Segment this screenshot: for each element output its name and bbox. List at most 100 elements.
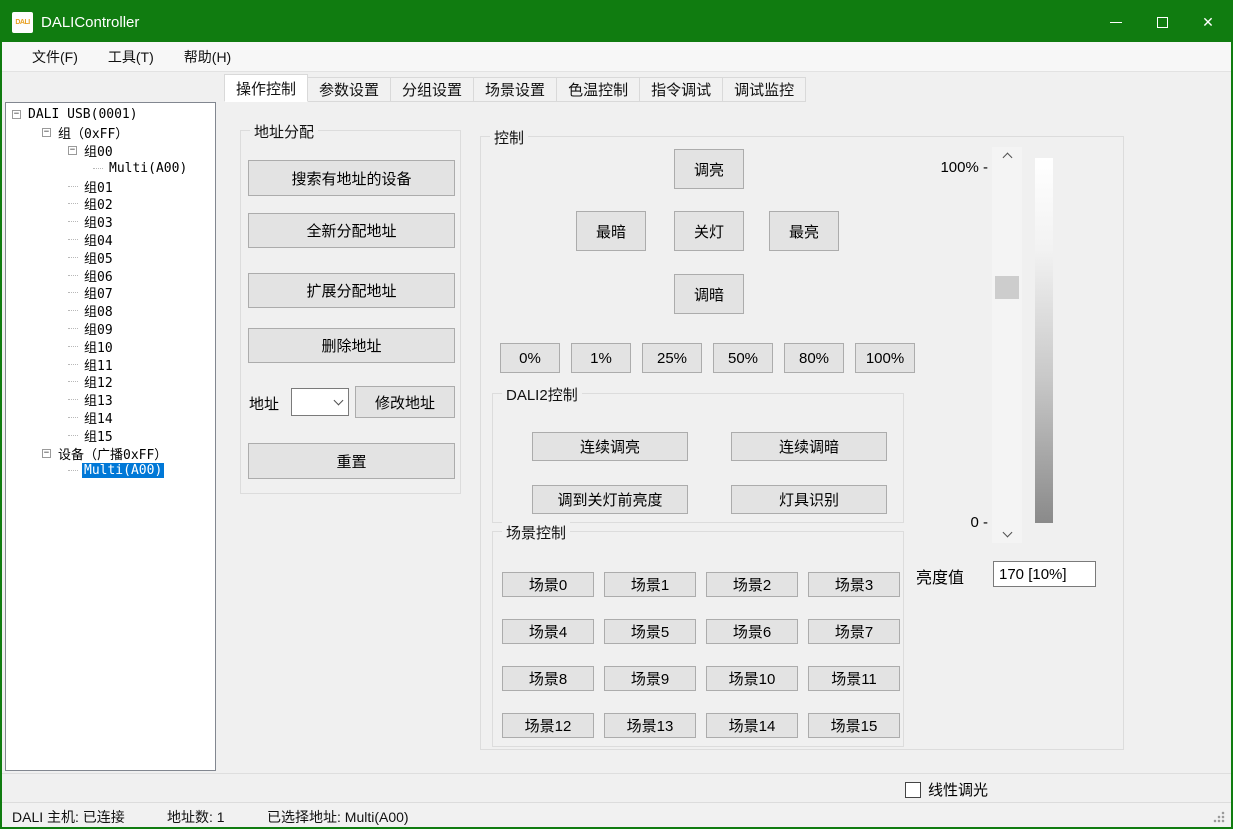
tree-item[interactable]: −组00 <box>6 142 215 160</box>
control-groupbox: 控制 调亮 最暗 关灯 最亮 调暗 0%1%25%50%80%100% DALI… <box>480 136 1124 750</box>
percent-button[interactable]: 100% <box>855 343 915 373</box>
scene-button[interactable]: 场景11 <box>808 666 900 691</box>
menu-item[interactable]: 文件(F) <box>20 42 90 71</box>
tab-6[interactable]: 指令调试 <box>639 77 723 102</box>
max-brightness-button[interactable]: 最亮 <box>769 211 839 251</box>
scene-button[interactable]: 场景14 <box>706 713 798 738</box>
tree-item[interactable]: 组14 <box>6 409 215 427</box>
tree-expander-icon[interactable]: − <box>68 146 77 155</box>
scrollbar-down-button[interactable] <box>992 525 1022 543</box>
dali2-action-button[interactable]: 调到关灯前亮度 <box>532 485 688 514</box>
brightness-scrollbar[interactable] <box>992 147 1022 543</box>
scrollbar-up-button[interactable] <box>992 147 1022 165</box>
tree-item[interactable]: 组02 <box>6 195 215 213</box>
tree-item[interactable]: 组04 <box>6 231 215 249</box>
scene-button[interactable]: 场景7 <box>808 619 900 644</box>
tree-item[interactable]: −DALI USB(0001) <box>6 106 215 124</box>
device-tree[interactable]: −DALI USB(0001)−组（0xFF）−组00Multi(A00)组01… <box>5 102 216 771</box>
address-combobox[interactable] <box>291 388 349 416</box>
tab-4[interactable]: 场景设置 <box>473 77 557 102</box>
address-action-button[interactable]: 全新分配地址 <box>248 213 455 248</box>
tab-3[interactable]: 分组设置 <box>390 77 474 102</box>
tab-7[interactable]: 调试监控 <box>722 77 806 102</box>
tree-item[interactable]: 组10 <box>6 337 215 355</box>
brightness-value-input[interactable] <box>993 561 1096 587</box>
percent-button[interactable]: 50% <box>713 343 773 373</box>
chevron-up-icon <box>1002 153 1012 163</box>
tab-5[interactable]: 色温控制 <box>556 77 640 102</box>
scene-button[interactable]: 场景12 <box>502 713 594 738</box>
dim-down-button[interactable]: 调暗 <box>674 274 744 314</box>
menu-item[interactable]: 帮助(H) <box>172 42 243 71</box>
tree-expander-icon[interactable]: − <box>42 449 51 458</box>
tree-item[interactable]: 组13 <box>6 391 215 409</box>
tree-item[interactable]: 组15 <box>6 426 215 444</box>
percent-button[interactable]: 1% <box>571 343 631 373</box>
minimize-button[interactable] <box>1093 2 1139 42</box>
scene-button[interactable]: 场景15 <box>808 713 900 738</box>
dali2-action-button[interactable]: 灯具识别 <box>731 485 887 514</box>
address-action-button[interactable]: 扩展分配地址 <box>248 273 455 308</box>
tree-item[interactable]: −设备（广播0xFF） <box>6 444 215 462</box>
scene-button[interactable]: 场景3 <box>808 572 900 597</box>
scene-button[interactable]: 场景13 <box>604 713 696 738</box>
reset-button[interactable]: 重置 <box>248 443 455 479</box>
address-action-button[interactable]: 搜索有地址的设备 <box>248 160 455 196</box>
tree-item[interactable]: 组11 <box>6 355 215 373</box>
menu-item[interactable]: 工具(T) <box>96 42 166 71</box>
tree-item[interactable]: −组（0xFF） <box>6 124 215 142</box>
min-brightness-button[interactable]: 最暗 <box>576 211 646 251</box>
dim-up-button[interactable]: 调亮 <box>674 149 744 189</box>
scene-button[interactable]: 场景0 <box>502 572 594 597</box>
percent-button[interactable]: 80% <box>784 343 844 373</box>
tree-item[interactable]: Multi(A00) <box>6 462 215 480</box>
tree-item-label: 组07 <box>82 283 115 302</box>
tree-connector <box>68 364 78 365</box>
scene-button[interactable]: 场景2 <box>706 572 798 597</box>
scrollbar-thumb[interactable] <box>995 276 1019 299</box>
tree-item-label: 组02 <box>82 194 115 213</box>
tree-item-label: 组13 <box>82 390 115 409</box>
app-icon-text: DALI <box>15 19 29 26</box>
app-window: DALI DALIController ✕ 文件(F)工具(T)帮助(H) −D… <box>0 0 1233 829</box>
tree-connector <box>68 470 78 471</box>
linear-dim-checkbox[interactable] <box>905 782 921 798</box>
tree-connector <box>68 186 78 187</box>
percent-button[interactable]: 25% <box>642 343 702 373</box>
tree-expander-icon[interactable]: − <box>12 110 21 119</box>
tab-2[interactable]: 参数设置 <box>307 77 391 102</box>
tree-item-label: 组06 <box>82 266 115 285</box>
tree-item[interactable]: 组12 <box>6 373 215 391</box>
menu-bar: 文件(F)工具(T)帮助(H) <box>2 42 1231 72</box>
tree-item[interactable]: 组09 <box>6 320 215 338</box>
tree-item[interactable]: 组01 <box>6 177 215 195</box>
scene-button[interactable]: 场景10 <box>706 666 798 691</box>
scene-button[interactable]: 场景5 <box>604 619 696 644</box>
tab-1[interactable]: 操作控制 <box>224 74 308 102</box>
maximize-button[interactable] <box>1139 2 1185 42</box>
tree-item[interactable]: Multi(A00) <box>6 159 215 177</box>
dali2-action-button[interactable]: 连续调暗 <box>731 432 887 461</box>
close-button[interactable]: ✕ <box>1185 2 1231 42</box>
tree-item[interactable]: 组06 <box>6 266 215 284</box>
light-off-button[interactable]: 关灯 <box>674 211 744 251</box>
percent-button[interactable]: 0% <box>500 343 560 373</box>
tree-expander-icon[interactable]: − <box>42 128 51 137</box>
tree-item[interactable]: 组07 <box>6 284 215 302</box>
scene-button[interactable]: 场景6 <box>706 619 798 644</box>
tree-connector <box>68 257 78 258</box>
scene-button[interactable]: 场景9 <box>604 666 696 691</box>
maximize-icon <box>1157 17 1168 28</box>
control-group-title: 控制 <box>490 127 528 148</box>
address-action-button[interactable]: 删除地址 <box>248 328 455 363</box>
tree-item[interactable]: 组03 <box>6 213 215 231</box>
scene-button[interactable]: 场景1 <box>604 572 696 597</box>
dali2-action-button[interactable]: 连续调亮 <box>532 432 688 461</box>
modify-address-button[interactable]: 修改地址 <box>355 386 455 418</box>
scene-button[interactable]: 场景8 <box>502 666 594 691</box>
tree-item[interactable]: 组05 <box>6 248 215 266</box>
tree-item-label: 组03 <box>82 212 115 231</box>
resize-grip-icon[interactable] <box>1213 811 1225 823</box>
tree-item[interactable]: 组08 <box>6 302 215 320</box>
scene-button[interactable]: 场景4 <box>502 619 594 644</box>
